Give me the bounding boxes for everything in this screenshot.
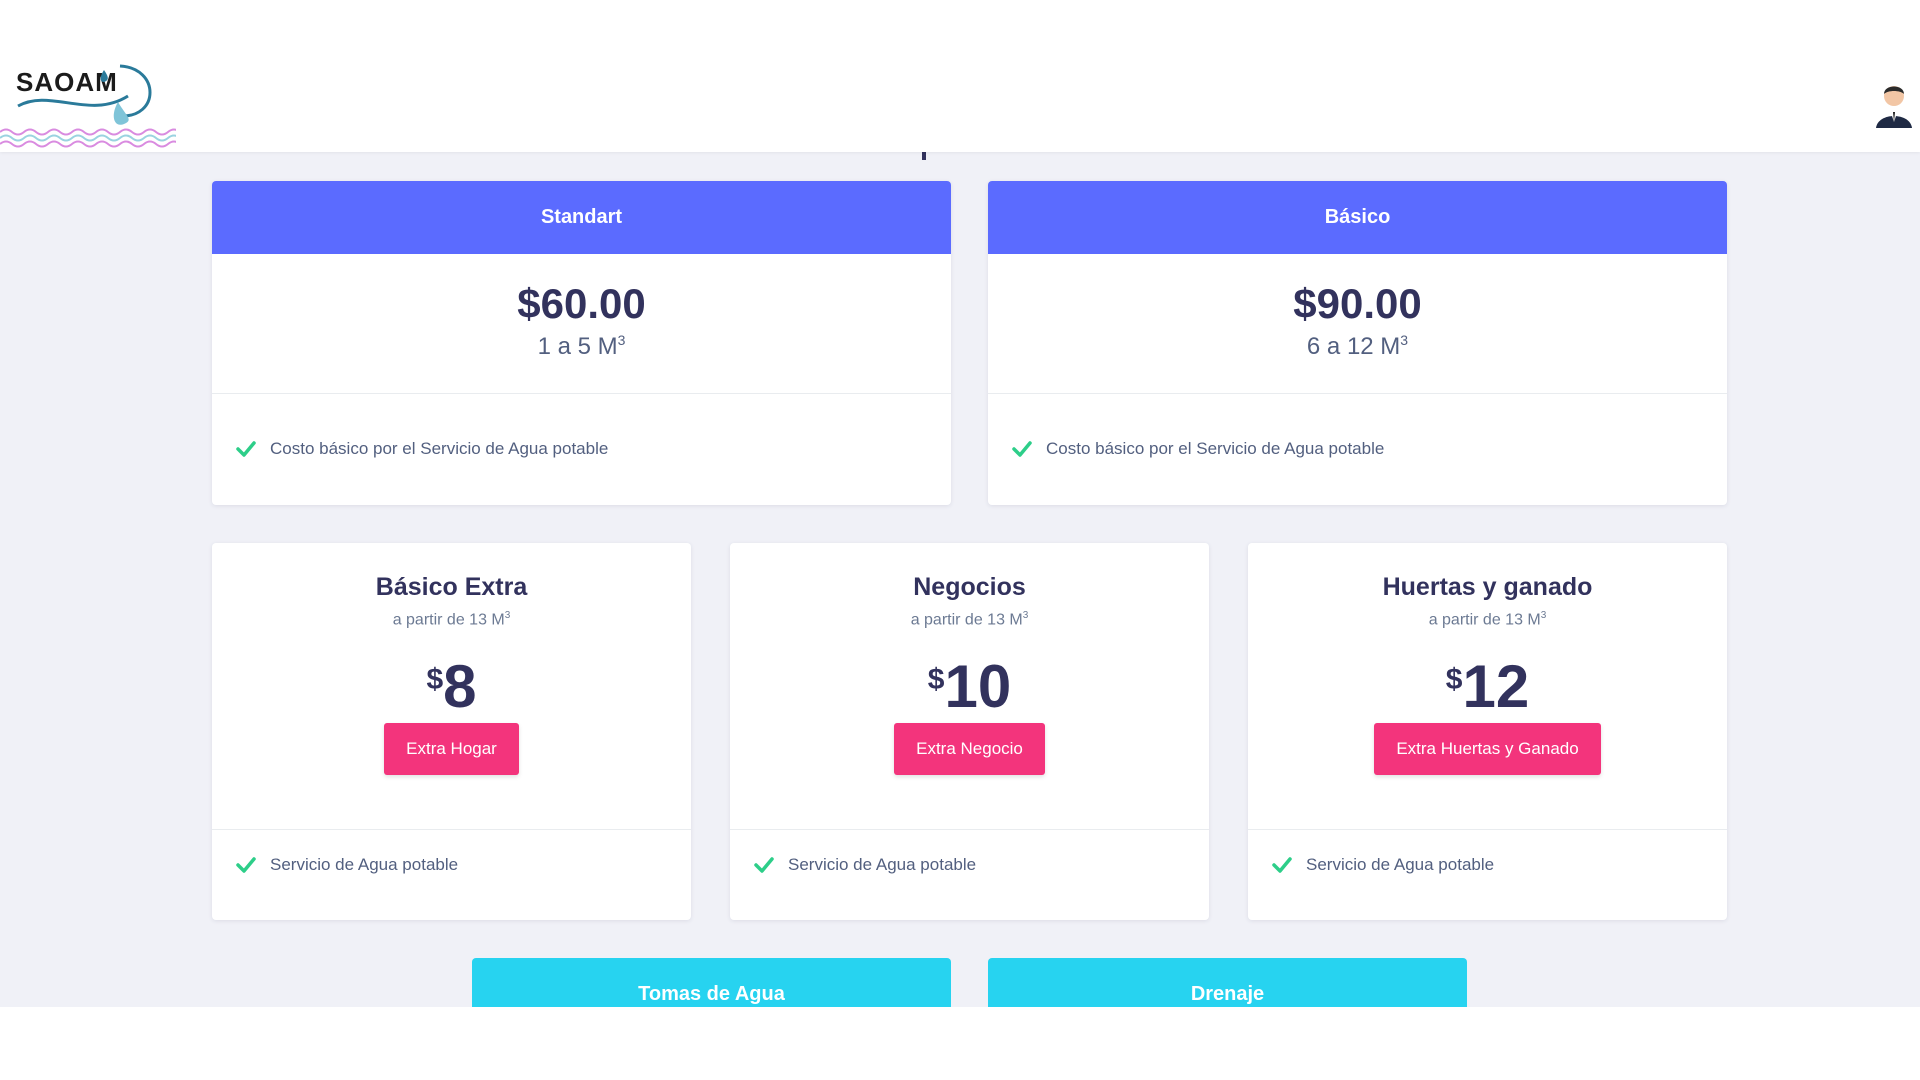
tier-feature: Servicio de Agua potable: [1248, 855, 1494, 875]
tier-title: Básico Extra: [375, 573, 528, 601]
plan-range-text: 6 a 12 M: [1306, 333, 1401, 360]
check-icon: [236, 441, 256, 457]
tier-card-basico-extra: Básico Extra a partir de 13 M3 $8 Extra …: [212, 543, 691, 920]
tier-title: Negocios: [913, 573, 1026, 601]
tier-subtitle: a partir de 13 M3: [212, 610, 691, 629]
tier-feature-text: Servicio de Agua potable: [270, 855, 459, 874]
check-icon: [236, 857, 256, 873]
tier-feature-text: Servicio de Agua potable: [1306, 855, 1495, 874]
plan-range-sup: 3: [1400, 332, 1409, 348]
tier-subtitle-sup: 3: [1022, 610, 1029, 621]
extra-negocio-button[interactable]: Extra Negocio: [894, 723, 1045, 776]
tier-subtitle: a partir de 13 M3: [1248, 610, 1727, 629]
tier-price: $10: [730, 657, 1209, 717]
tier-subtitle-sup: 3: [1540, 610, 1547, 621]
plan-price: $90.00: [1293, 280, 1422, 327]
user-avatar-icon[interactable]: [1872, 82, 1916, 130]
page-viewport: SAOAM Standart $60.00 1 a 5 M3 Costo bás…: [0, 0, 1920, 1007]
plan-feature-text: Costo básico por el Servicio de Agua pot…: [1046, 439, 1385, 458]
plan-feature-text: Costo básico por el Servicio de Agua pot…: [270, 439, 609, 458]
tier-price: $8: [212, 657, 691, 717]
tier-price-value: 12: [1462, 653, 1530, 721]
check-icon: [1012, 441, 1032, 457]
currency-symbol: $: [927, 663, 945, 697]
currency-symbol: $: [1445, 663, 1463, 697]
plan-range-text: 1 a 5 M: [537, 333, 618, 360]
tier-subtitle-sup: 3: [504, 610, 511, 621]
plan-price-block: $90.00 6 a 12 M3: [988, 254, 1727, 394]
tier-feature-text: Servicio de Agua potable: [788, 855, 977, 874]
tier-feature: Servicio de Agua potable: [730, 855, 976, 875]
tier-feature: Servicio de Agua potable: [212, 855, 458, 875]
plan-price-block: $60.00 1 a 5 M3: [212, 254, 951, 394]
extra-hogar-button[interactable]: Extra Hogar: [384, 723, 519, 776]
tier-subtitle-text: a partir de 13 M: [910, 611, 1023, 629]
plan-range: 6 a 12 M3: [988, 332, 1727, 361]
plan-card-standart: Standart $60.00 1 a 5 M3 Costo básico po…: [212, 181, 951, 505]
plan-feature: Costo básico por el Servicio de Agua pot…: [988, 394, 1727, 504]
plan-range-sup: 3: [617, 332, 626, 348]
service-card-tomas-de-agua[interactable]: Tomas de Agua: [472, 958, 951, 1007]
tier-subtitle-text: a partir de 13 M: [392, 611, 505, 629]
divider: [212, 829, 691, 830]
check-icon: [1272, 857, 1292, 873]
tier-price: $12: [1248, 657, 1727, 717]
divider: [730, 829, 1209, 830]
plan-card-basico: Básico $90.00 6 a 12 M3 Costo básico por…: [988, 181, 1727, 505]
plan-price: $60.00: [517, 280, 646, 327]
tier-subtitle: a partir de 13 M3: [730, 610, 1209, 629]
plan-range: 1 a 5 M3: [212, 332, 951, 361]
currency-symbol: $: [426, 663, 444, 697]
tier-card-negocios: Negocios a partir de 13 M3 $10 Extra Neg…: [730, 543, 1209, 920]
top-navbar: SAOAM: [0, 0, 1920, 152]
saoam-logo[interactable]: SAOAM: [0, 58, 176, 152]
tier-price-value: 8: [443, 653, 477, 721]
check-icon: [754, 857, 774, 873]
plan-card-header: Standart: [212, 181, 951, 254]
extra-huertas-ganado-button[interactable]: Extra Huertas y Ganado: [1374, 723, 1601, 776]
scrolled-content-fragment: [922, 152, 926, 160]
divider: [1248, 829, 1727, 830]
plan-feature: Costo básico por el Servicio de Agua pot…: [212, 394, 951, 504]
logo-text: SAOAM: [16, 67, 118, 97]
tier-subtitle-text: a partir de 13 M: [1428, 611, 1541, 629]
tier-title: Huertas y ganado: [1382, 573, 1593, 601]
service-card-drenaje[interactable]: Drenaje: [988, 958, 1467, 1007]
tier-price-value: 10: [944, 653, 1012, 721]
plan-card-header: Básico: [988, 181, 1727, 254]
tier-card-huertas-ganado: Huertas y ganado a partir de 13 M3 $12 E…: [1248, 543, 1727, 920]
